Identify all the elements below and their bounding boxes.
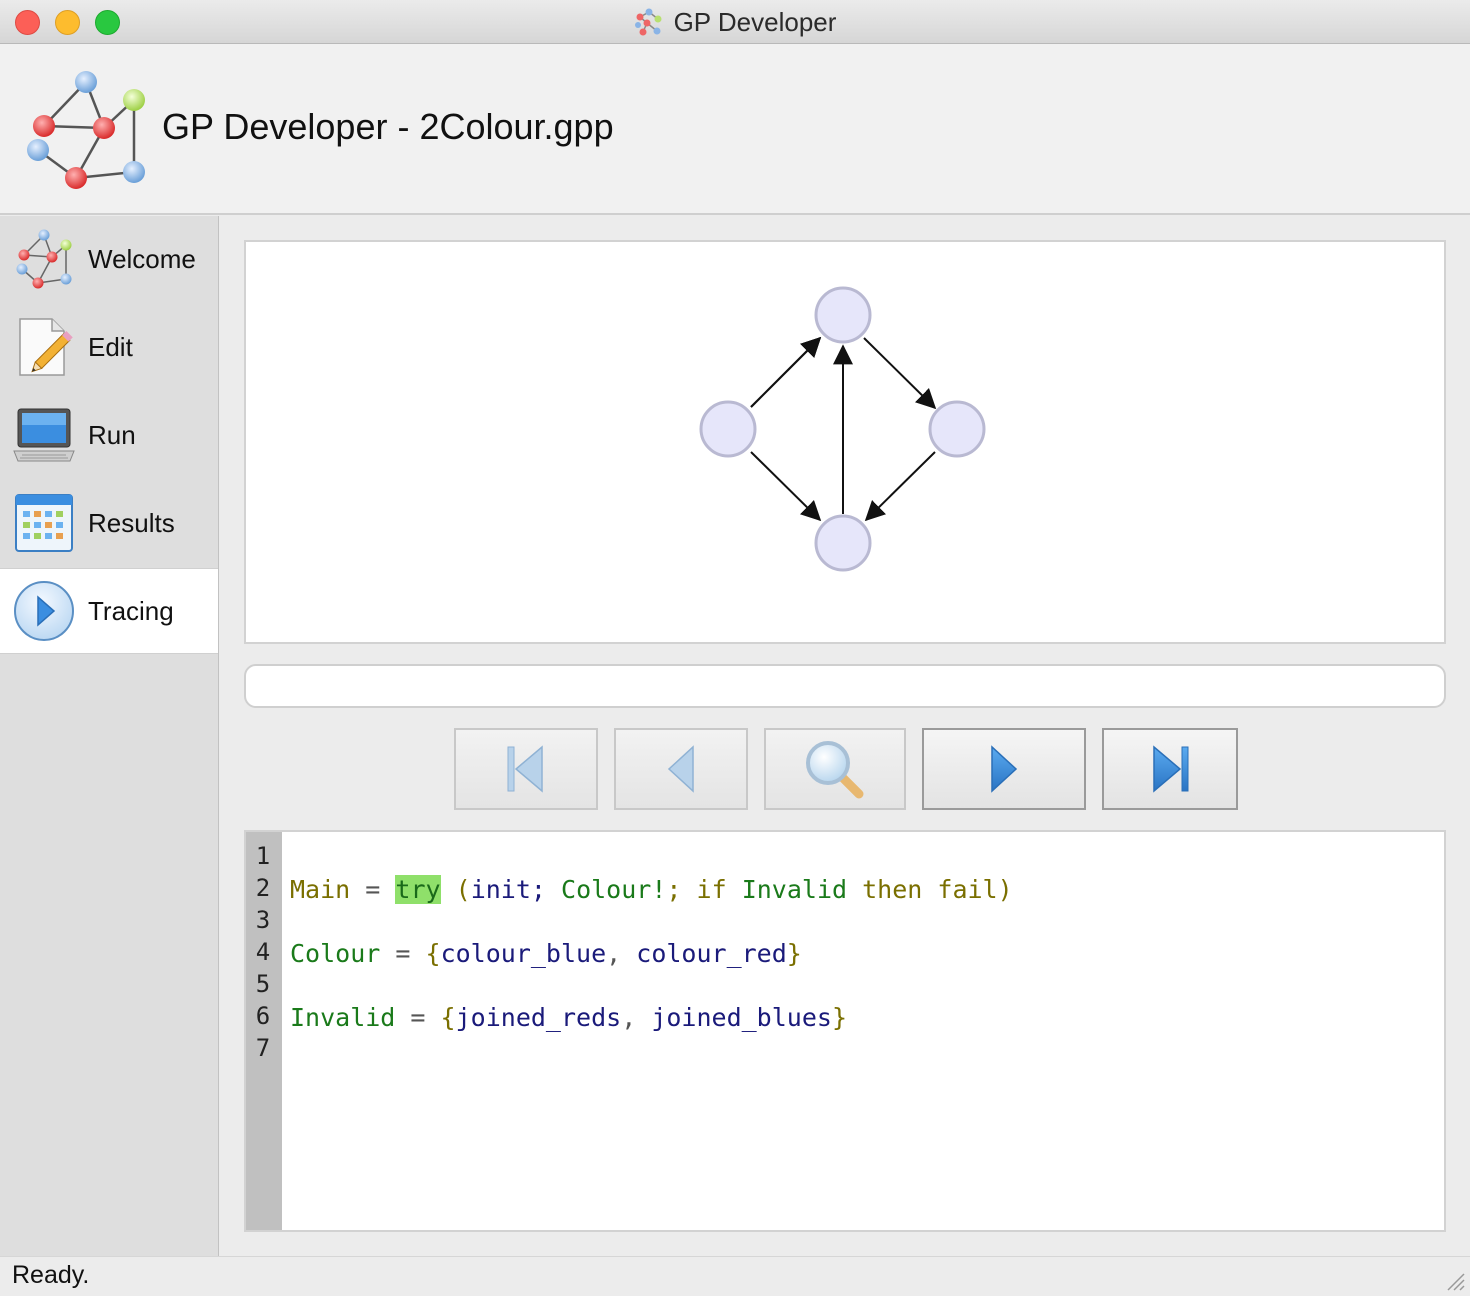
highlighted-token: try — [395, 875, 441, 904]
status-text: Ready. — [12, 1261, 90, 1289]
sidebar-item-label: Welcome — [88, 243, 196, 274]
app-window: GP Developer GP Developer - 2Colour.gpp … — [0, 0, 1470, 1296]
code-token: colour_red — [636, 939, 787, 968]
sidebar-item-run[interactable]: Run — [0, 392, 218, 478]
edit-document-icon — [19, 318, 73, 376]
code-token: if — [696, 875, 727, 904]
graph-edge — [750, 451, 822, 522]
sidebar-item-label: Results — [88, 507, 175, 538]
status-bar: Ready. — [0, 1256, 1470, 1296]
sidebar-item-label: Run — [88, 419, 136, 450]
code-token: joined_reds — [455, 1003, 622, 1032]
gp-logo-icon — [27, 71, 145, 189]
sidebar-item-label: Edit — [88, 331, 133, 362]
sidebar-item-welcome[interactable]: Welcome — [0, 216, 218, 302]
graph-edge — [863, 337, 937, 410]
code-editor[interactable]: 1 2 3 4 5 6 7 Main = try (init; Colour!;… — [244, 830, 1446, 1232]
step-back-icon — [667, 745, 694, 793]
title-wrap: GP Developer — [0, 0, 1470, 44]
code-token: , — [621, 1003, 637, 1032]
graph-node[interactable] — [814, 514, 872, 572]
calendar-grid-icon — [15, 494, 73, 552]
step-forward-button[interactable] — [922, 728, 1086, 810]
code-token: fail — [937, 875, 998, 904]
code-token: ; — [666, 875, 682, 904]
code-token: ) — [997, 875, 1013, 904]
computer-icon — [13, 408, 75, 462]
trace-message-field — [244, 664, 1446, 708]
code-token: init — [470, 875, 531, 904]
code-token: = — [410, 1003, 426, 1032]
resize-grip-icon[interactable] — [1442, 1268, 1466, 1292]
sidebar-item-tracing[interactable]: Tracing — [0, 568, 218, 654]
graph-canvas[interactable] — [244, 240, 1446, 644]
code-token: } — [831, 1003, 847, 1032]
line-number: 1 — [255, 842, 271, 870]
line-number: 6 — [255, 1002, 271, 1030]
line-number-gutter: 1 2 3 4 5 6 7 — [246, 832, 282, 1230]
app-small-icon — [634, 8, 662, 36]
line-number: 2 — [255, 874, 271, 902]
graph-node[interactable] — [814, 286, 872, 344]
skip-start-icon — [507, 745, 543, 793]
title-bar: GP Developer — [0, 0, 1470, 44]
code-token: Colour! — [561, 875, 667, 904]
graph-node[interactable] — [699, 400, 757, 458]
graph-view — [699, 286, 986, 572]
code-token: { — [425, 939, 441, 968]
code-token: ; — [530, 875, 546, 904]
step-forward-icon — [991, 745, 1018, 793]
code-token: then — [862, 875, 923, 904]
window-title: GP Developer — [673, 6, 837, 37]
page-title: GP Developer - 2Colour.gpp — [162, 106, 614, 147]
sidebar-item-edit[interactable]: Edit — [0, 304, 218, 390]
code-token: Main — [290, 875, 351, 904]
graph-icon — [16, 229, 72, 289]
sidebar-item-label: Tracing — [88, 595, 174, 626]
sidebar-item-results[interactable]: Results — [0, 480, 218, 566]
code-token: { — [440, 1003, 456, 1032]
magnifier-icon — [806, 741, 864, 799]
code-line-invalid: Invalid = {joined_reds, joined_blues} — [290, 1002, 847, 1034]
line-number: 4 — [255, 938, 271, 966]
find-button[interactable] — [764, 728, 906, 810]
sidebar: Welcome Edit Run Results Tracing — [0, 216, 219, 1256]
line-number: 7 — [255, 1034, 271, 1062]
code-token: Colour — [290, 939, 381, 968]
code-token: Invalid — [741, 875, 848, 904]
code-line-main: Main = try (init; Colour!; if Invalid th… — [290, 874, 1013, 906]
code-token: joined_blues — [651, 1003, 832, 1032]
graph-edge — [750, 336, 822, 408]
code-token: = — [395, 939, 411, 968]
graph-node[interactable] — [928, 400, 986, 458]
skip-end-icon — [1153, 745, 1189, 793]
code-token: Invalid — [290, 1003, 396, 1032]
app-header: GP Developer - 2Colour.gpp — [0, 44, 1470, 215]
line-number: 3 — [255, 906, 271, 934]
play-circle-icon — [14, 581, 74, 641]
skip-to-end-button[interactable] — [1102, 728, 1238, 810]
code-token: = — [365, 875, 381, 904]
code-token: ( — [455, 875, 471, 904]
skip-to-start-button[interactable] — [454, 728, 598, 810]
step-back-button[interactable] — [614, 728, 748, 810]
code-token: } — [786, 939, 802, 968]
line-number: 5 — [255, 970, 271, 998]
code-line-colour: Colour = {colour_blue, colour_red} — [290, 938, 802, 970]
code-token: , — [606, 939, 622, 968]
graph-edge — [864, 451, 936, 522]
code-token: colour_blue — [440, 939, 607, 968]
